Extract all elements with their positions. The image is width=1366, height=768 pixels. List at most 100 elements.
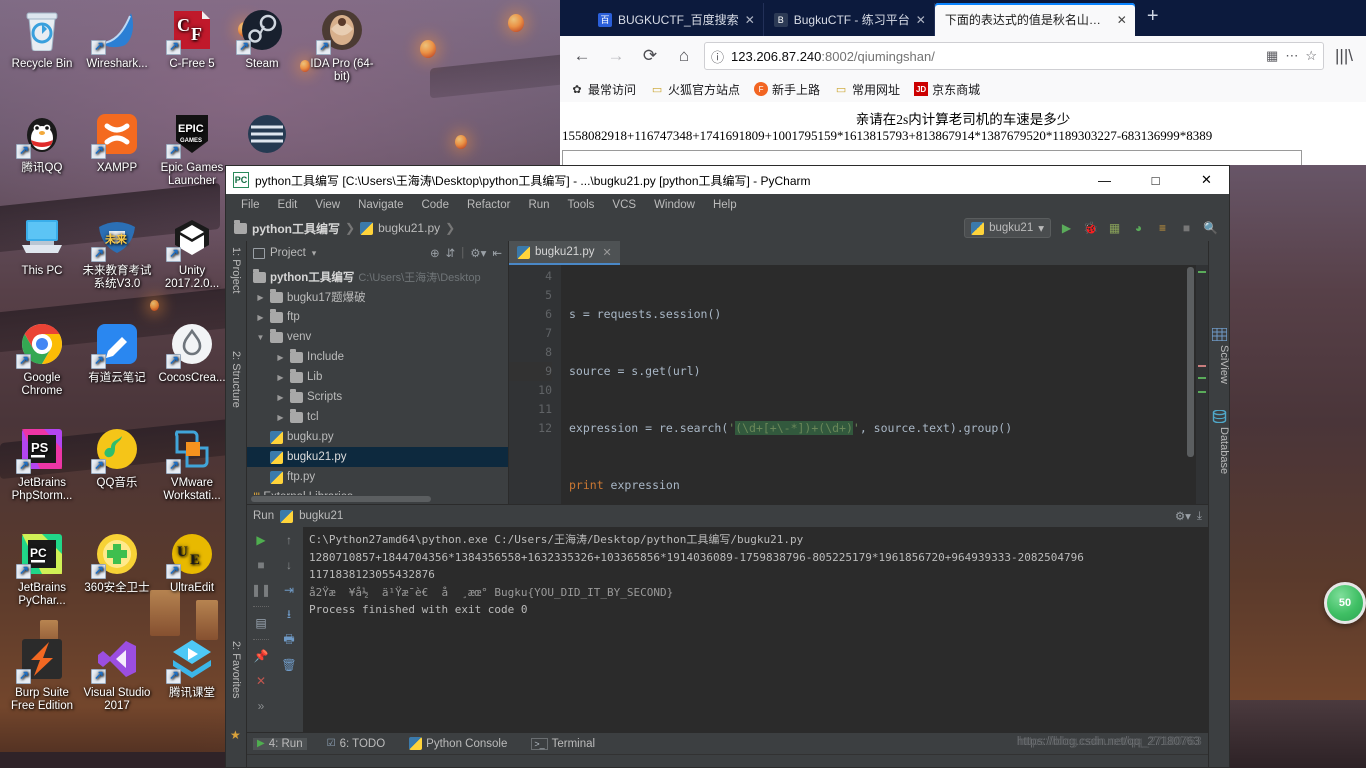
tool-button-terminal[interactable]: >_ Terminal (527, 737, 599, 750)
tool-button-structure[interactable]: 2: Structure (230, 351, 242, 408)
hide-panel-icon[interactable]: ⤓ (1197, 510, 1202, 523)
url-bar[interactable]: ⓘ 123.206.87.240:8002/qiumingshan/ ▦ ⋯ ☆ (704, 42, 1324, 70)
desktop-icon-ida-pro[interactable]: IDA Pro (64-bit) (306, 6, 378, 84)
tree-item-external-libraries[interactable]: ||| External Libraries (247, 487, 508, 495)
page-actions-icon[interactable]: ⋯ (1285, 48, 1298, 64)
close-button[interactable]: ✕ (1184, 166, 1229, 194)
tree-item-bugku17[interactable]: ▶ bugku17题爆破 (247, 287, 508, 307)
desktop-icon-this-pc[interactable]: This PC (6, 213, 78, 278)
chevron-right-icon[interactable]: ▶ (255, 313, 266, 322)
tool-button-todo[interactable]: ☑ 6: TODO (323, 738, 390, 750)
desktop-icon-unity[interactable]: Unity 2017.2.0... (156, 213, 228, 291)
run-configuration-selector[interactable]: bugku21 ▾ (964, 218, 1051, 238)
layout-icon[interactable]: ▤ (252, 614, 270, 632)
floating-speed-ball[interactable]: 50 (1324, 582, 1366, 624)
tool-button-project[interactable]: 1: Project (230, 247, 242, 293)
forward-icon[interactable]: → (602, 42, 630, 70)
browser-tab-2-active[interactable]: 下面的表达式的值是秋名山的车速 ✕ (934, 3, 1135, 36)
bookmark-item-3[interactable]: ▭ 常用网址 (834, 81, 900, 98)
print-icon[interactable]: 🖶 (280, 631, 298, 649)
desktop-icon-recycle-bin[interactable]: Recycle Bin (6, 6, 78, 71)
menu-item-refactor[interactable]: Refactor (458, 197, 519, 213)
desktop-icon-burp-suite[interactable]: Burp Suite Free Edition (6, 635, 78, 713)
menu-item-edit[interactable]: Edit (269, 197, 307, 213)
stop-icon[interactable]: ■ (1178, 220, 1195, 237)
menu-item-view[interactable]: View (306, 197, 349, 213)
hide-panel-icon[interactable]: ⇤ (492, 246, 502, 260)
tree-item-root[interactable]: python工具编写 C:\Users\王海涛\Desktop (247, 267, 508, 287)
down-icon[interactable]: ↓ (280, 556, 298, 574)
project-horizontal-scrollbar[interactable] (247, 495, 508, 504)
menu-item-window[interactable]: Window (645, 197, 704, 213)
tree-item-include[interactable]: ▶ Include (247, 347, 508, 367)
editor-marker-bar[interactable] (1196, 265, 1208, 504)
tree-item-ftp-py[interactable]: ftp.py (247, 467, 508, 487)
menu-item-tools[interactable]: Tools (559, 197, 604, 213)
desktop-icon-xampp[interactable]: XAMPP (81, 110, 153, 175)
chevron-right-icon[interactable]: ▶ (255, 293, 266, 302)
pause-icon[interactable]: ❚❚ (251, 581, 271, 599)
breadcrumb-file[interactable]: bugku21.py (378, 221, 440, 235)
desktop-icon-weilai-exam[interactable]: 未来 未来教育考试系统V3.0 (81, 213, 153, 291)
settings-gear-icon[interactable]: ⚙▾ (1175, 509, 1191, 523)
page-answer-input[interactable] (562, 150, 1302, 165)
tree-item-bugku-py[interactable]: bugku.py (247, 427, 508, 447)
desktop-icon-youdao-note[interactable]: 有道云笔记 (81, 320, 153, 385)
code-text[interactable]: s = requests.session() source = s.get(ur… (561, 265, 1196, 504)
desktop-icon-visual-studio[interactable]: Visual Studio 2017 (81, 635, 153, 713)
tree-item-ftp-folder[interactable]: ▶ ftp (247, 307, 508, 327)
editor-tab-close-icon[interactable]: ✕ (602, 246, 611, 259)
trash-icon[interactable]: 🗑 (280, 656, 298, 674)
desktop-icon-pycharm[interactable]: PC JetBrains PyChar... (6, 530, 78, 608)
desktop-icon-steam[interactable]: Steam (231, 6, 293, 71)
desktop-icon-cocos-creator[interactable]: CocosCrea... (156, 320, 228, 385)
menu-item-vcs[interactable]: VCS (603, 197, 645, 213)
tree-item-bugku21-py[interactable]: bugku21.py (247, 447, 508, 467)
desktop-icon-tencent-qq[interactable]: 腾讯QQ (6, 110, 78, 175)
tree-item-venv[interactable]: ▼ venv (247, 327, 508, 347)
bookmark-item-0[interactable]: ✿ 最常访问 (570, 81, 636, 98)
reload-icon[interactable]: ⟳ (636, 42, 664, 70)
bookmark-star-icon[interactable]: ☆ (1305, 48, 1317, 64)
tool-button-python-console[interactable]: Python Console (405, 737, 511, 750)
bookmark-item-2[interactable]: F 新手上路 (754, 81, 820, 98)
menu-item-run[interactable]: Run (519, 197, 558, 213)
desktop-icon-c-free-5[interactable]: CF C-Free 5 (156, 6, 228, 71)
tree-item-scripts[interactable]: ▶ Scripts (247, 387, 508, 407)
chevron-right-icon[interactable]: ▶ (275, 413, 286, 422)
console-output[interactable]: C:\Python27amd64\python.exe C:/Users/王海涛… (303, 527, 1208, 732)
settings-gear-icon[interactable]: ⚙▾ (470, 246, 486, 260)
tree-item-lib[interactable]: ▶ Lib (247, 367, 508, 387)
attach-icon[interactable]: ≡ (1154, 220, 1171, 237)
bookmark-item-1[interactable]: ▭ 火狐官方站点 (650, 81, 740, 98)
menu-item-file[interactable]: File (232, 197, 269, 213)
tree-item-tcl[interactable]: ▶ tcl (247, 407, 508, 427)
soft-wrap-icon[interactable]: ⇥ (280, 581, 298, 599)
menu-item-help[interactable]: Help (704, 197, 746, 213)
expand-more-icon[interactable]: » (252, 697, 270, 715)
run-icon[interactable]: ▶ (1058, 220, 1075, 237)
tab-close-icon[interactable]: ✕ (916, 13, 926, 27)
chevron-right-icon[interactable]: ▶ (275, 353, 286, 362)
stop-icon[interactable]: ■ (252, 556, 270, 574)
tool-button-run[interactable]: ▶ 4: Run (253, 737, 307, 750)
bookmark-item-4[interactable]: JD 京东商城 (914, 81, 980, 98)
menu-item-navigate[interactable]: Navigate (349, 197, 412, 213)
browser-tab-0[interactable]: 百 BUGKUCTF_百度搜索 ✕ (588, 3, 764, 36)
desktop-icon-ultraedit[interactable]: UE UltraEdit (156, 530, 228, 595)
tab-close-icon[interactable]: ✕ (1117, 13, 1127, 27)
home-icon[interactable]: ⌂ (670, 42, 698, 70)
breadcrumb-project[interactable]: python工具编写 (252, 220, 340, 237)
site-info-icon[interactable]: ⓘ (711, 47, 724, 66)
desktop-icon-wireshark[interactable]: Wireshark... (81, 6, 153, 71)
editor-tab-bugku21[interactable]: bugku21.py ✕ (509, 241, 620, 265)
desktop-icon-360-safe[interactable]: 360安全卫士 (81, 530, 153, 595)
tool-button-favorites[interactable]: 2: Favorites (230, 641, 242, 698)
browser-tab-1[interactable]: B BugkuCTF - 练习平台 ✕ (764, 3, 935, 36)
profile-icon[interactable]: ◕ (1130, 220, 1147, 237)
chevron-right-icon[interactable]: ▶ (275, 373, 286, 382)
minimize-button[interactable]: — (1082, 166, 1127, 194)
debug-icon[interactable]: 🐞 (1082, 220, 1099, 237)
maximize-button[interactable]: □ (1133, 166, 1178, 194)
tab-close-icon[interactable]: ✕ (745, 13, 755, 27)
